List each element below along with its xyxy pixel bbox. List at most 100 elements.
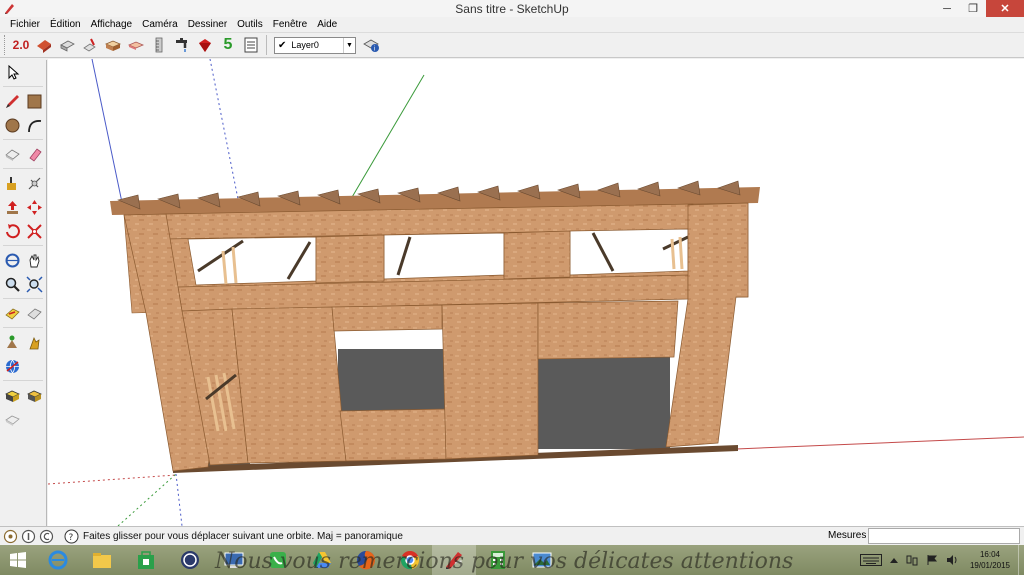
flag-icon[interactable]: [922, 545, 942, 575]
sketchup-app-icon[interactable]: [3, 2, 16, 15]
toolbar-separator: [266, 35, 267, 55]
menu-fenetre[interactable]: Fenêtre: [268, 19, 312, 30]
ruler-icon[interactable]: [148, 34, 170, 56]
network-icon[interactable]: [902, 545, 922, 575]
upper-window-1: [187, 236, 317, 286]
red-gem-icon[interactable]: [194, 34, 216, 56]
walk-icon[interactable]: [1, 302, 23, 324]
push-pull-icon[interactable]: [23, 172, 45, 194]
svg-text:?: ?: [69, 533, 74, 543]
user-icon[interactable]: [39, 529, 54, 544]
zoom-extents-icon[interactable]: [23, 273, 45, 295]
geo-location-icon[interactable]: [3, 529, 18, 544]
model-viewport[interactable]: [48, 59, 1024, 526]
paint-icon[interactable]: [23, 143, 45, 165]
texture-icon[interactable]: [1, 408, 23, 430]
faucet-icon[interactable]: [171, 34, 193, 56]
lower-panel-window-sill: [339, 408, 447, 462]
menu-camera[interactable]: Caméra: [137, 19, 183, 30]
measure-label: Mesures: [828, 530, 867, 541]
group-icon[interactable]: [23, 384, 45, 406]
globe-icon[interactable]: [1, 355, 23, 377]
app-circle-icon[interactable]: [168, 545, 212, 575]
select-icon[interactable]: [1, 61, 23, 83]
upper-post-2: [315, 234, 385, 284]
menu-dessiner[interactable]: Dessiner: [183, 19, 232, 30]
upper-post-3: [503, 230, 571, 280]
sketchup-window: Sans titre - SketchUp ─ ❐ ✕ Fichier Édit…: [0, 0, 1024, 575]
position-camera-icon[interactable]: [1, 331, 23, 353]
rectangle-icon[interactable]: [23, 90, 45, 112]
menu-aide[interactable]: Aide: [312, 19, 342, 30]
speaker-icon[interactable]: [942, 545, 962, 575]
drive-icon[interactable]: [300, 545, 344, 575]
menu-outils[interactable]: Outils: [232, 19, 268, 30]
measure-input[interactable]: [868, 528, 1020, 544]
report-icon[interactable]: [240, 34, 262, 56]
start-button[interactable]: [0, 545, 36, 575]
eraser-icon[interactable]: [1, 143, 23, 165]
move-icon[interactable]: [1, 172, 23, 194]
component-icon[interactable]: [1, 384, 23, 406]
five-badge: 5: [223, 36, 233, 53]
maximize-button[interactable]: ❐: [960, 0, 986, 17]
windows-logo-icon: [10, 552, 26, 568]
minimize-button[interactable]: ─: [934, 0, 960, 17]
phone-icon[interactable]: [256, 545, 300, 575]
tool-palette: [0, 60, 47, 526]
version-badge-button[interactable]: 2.0: [10, 34, 32, 56]
layer-check-icon: ✔: [278, 39, 287, 51]
clock[interactable]: 16:04 19/01/2015: [962, 549, 1018, 571]
push-block-icon[interactable]: [56, 34, 78, 56]
orbit-icon[interactable]: [1, 249, 23, 271]
move-red-icon[interactable]: [23, 196, 45, 218]
box-icon[interactable]: [102, 34, 124, 56]
tray-arrow-icon[interactable]: [886, 545, 902, 575]
help-icon[interactable]: ?: [64, 529, 79, 544]
chevron-down-icon[interactable]: ▼: [343, 37, 355, 53]
main-toolbar: 2.0 5 ✔ Layer0 ▼ i: [0, 32, 1024, 58]
keyboard-icon[interactable]: [856, 545, 886, 575]
layer-manager-icon[interactable]: i: [360, 34, 382, 56]
scale-icon[interactable]: [23, 220, 45, 242]
close-button[interactable]: ✕: [986, 0, 1024, 17]
toolbar-grip[interactable]: [4, 35, 8, 55]
pencil-icon[interactable]: [1, 90, 23, 112]
rotate-icon[interactable]: [1, 220, 23, 242]
window-controls: ─ ❐ ✕: [934, 0, 1024, 17]
show-desktop-button[interactable]: [1018, 545, 1024, 575]
zoom-icon[interactable]: [1, 273, 23, 295]
remote-desktop-icon[interactable]: [212, 545, 256, 575]
store-icon[interactable]: [124, 545, 168, 575]
blue-axis-dotted-lower: [175, 473, 183, 526]
photo-viewer-icon[interactable]: [520, 545, 564, 575]
section-icon[interactable]: [23, 331, 45, 353]
calculator-icon[interactable]: [476, 545, 520, 575]
look-icon[interactable]: [23, 302, 45, 324]
arc-icon[interactable]: [23, 114, 45, 136]
upper-window-2: [383, 232, 505, 280]
menu-affichage[interactable]: Affichage: [86, 19, 138, 30]
sketchup-icon[interactable]: [432, 545, 476, 575]
red-axis-dotted: [48, 474, 177, 485]
clock-time: 16:04: [979, 550, 1000, 559]
circle-icon[interactable]: [1, 114, 23, 136]
green-five-icon[interactable]: 5: [217, 34, 239, 56]
model-canvas[interactable]: [48, 59, 1024, 526]
version-badge: 2.0: [12, 38, 30, 52]
internet-explorer-icon[interactable]: [36, 545, 80, 575]
lower-panel-4: [441, 302, 539, 460]
window-title: Sans titre - SketchUp: [455, 1, 569, 16]
file-explorer-icon[interactable]: [80, 545, 124, 575]
warehouse-2-icon[interactable]: [33, 34, 55, 56]
menu-edition[interactable]: Édition: [45, 19, 86, 30]
chrome-icon[interactable]: [388, 545, 432, 575]
menu-fichier[interactable]: Fichier: [5, 19, 45, 30]
pan-icon[interactable]: [23, 249, 45, 271]
credits-icon[interactable]: [21, 529, 36, 544]
paint-bucket-icon[interactable]: [79, 34, 101, 56]
sandbox-icon[interactable]: [125, 34, 147, 56]
firefox-icon[interactable]: [344, 545, 388, 575]
push-pull-red-icon[interactable]: [1, 196, 23, 218]
layer-dropdown[interactable]: ✔ Layer0 ▼: [274, 36, 356, 54]
